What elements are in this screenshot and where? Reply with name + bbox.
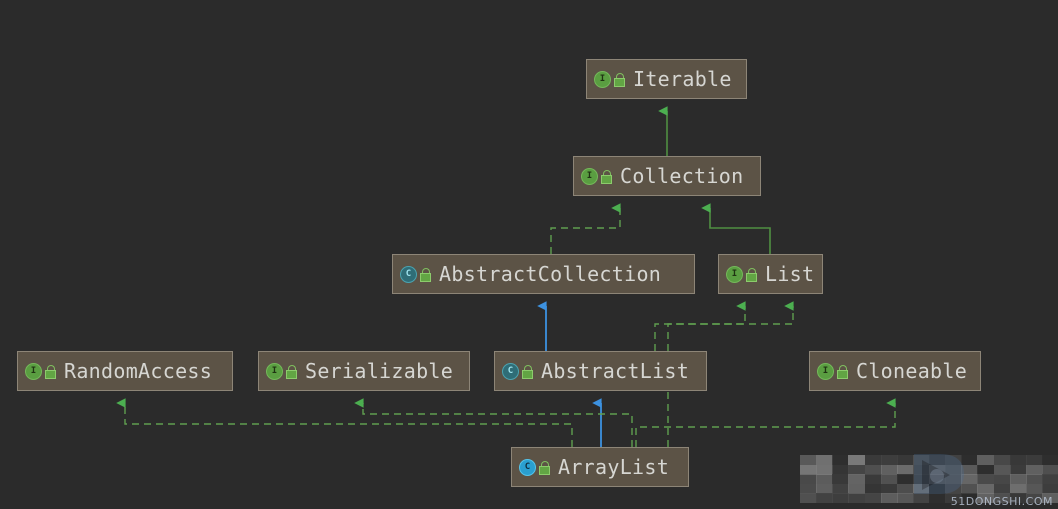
interface-circle-icon: I bbox=[581, 167, 598, 185]
node-iterable[interactable]: I Iterable bbox=[586, 59, 747, 99]
edge-arraylist-to-cloneable bbox=[635, 398, 896, 447]
node-serializable[interactable]: I Serializable bbox=[258, 351, 470, 391]
abstract-class-circle-icon: C bbox=[400, 265, 417, 283]
interface-circle-icon: I bbox=[594, 70, 611, 88]
interface-circle-icon: I bbox=[817, 362, 834, 380]
edge-arraylist-to-randomaccess bbox=[116, 398, 573, 447]
node-label: AbstractCollection bbox=[439, 262, 662, 286]
node-label: ArrayList bbox=[558, 455, 670, 479]
edge-abstractcollection-to-collection bbox=[550, 203, 621, 254]
interface-circle-icon: I bbox=[266, 362, 283, 380]
lock-icon bbox=[601, 170, 612, 184]
node-randomaccess[interactable]: I RandomAccess bbox=[17, 351, 233, 391]
node-icon-group: I bbox=[266, 362, 297, 380]
class-diagram-canvas: I Iterable I Collection C AbstractCollec… bbox=[0, 0, 1058, 509]
abstract-class-circle-icon: C bbox=[502, 362, 519, 380]
node-icon-group: I bbox=[594, 70, 625, 88]
lock-icon bbox=[286, 365, 297, 379]
node-icon-group: I bbox=[726, 265, 757, 283]
node-label: Iterable bbox=[633, 67, 732, 91]
lock-icon bbox=[539, 461, 550, 475]
node-icon-group: I bbox=[25, 362, 56, 380]
interface-circle-icon: I bbox=[726, 265, 743, 283]
node-collection[interactable]: I Collection bbox=[573, 156, 761, 196]
concrete-class-circle-icon: C bbox=[519, 458, 536, 476]
lock-icon bbox=[522, 365, 533, 379]
node-label: List bbox=[765, 262, 815, 286]
node-icon-group: I bbox=[581, 167, 612, 185]
lock-icon bbox=[837, 365, 848, 379]
node-label: Serializable bbox=[305, 359, 454, 383]
lock-icon bbox=[45, 365, 56, 379]
node-list[interactable]: I List bbox=[718, 254, 823, 294]
node-label: Cloneable bbox=[856, 359, 968, 383]
node-arraylist[interactable]: C ArrayList bbox=[511, 447, 689, 487]
node-icon-group: C bbox=[519, 458, 550, 476]
node-cloneable[interactable]: I Cloneable bbox=[809, 351, 981, 391]
node-icon-group: C bbox=[400, 265, 431, 283]
lock-icon bbox=[746, 268, 757, 282]
edge-list-to-collection bbox=[701, 203, 771, 254]
node-icon-group: I bbox=[817, 362, 848, 380]
node-abstractcollection[interactable]: C AbstractCollection bbox=[392, 254, 695, 294]
node-icon-group: C bbox=[502, 362, 533, 380]
edge-arraylist-to-serializable bbox=[354, 398, 633, 447]
lock-icon bbox=[420, 268, 431, 282]
interface-circle-icon: I bbox=[25, 362, 42, 380]
node-abstractlist[interactable]: C AbstractList bbox=[494, 351, 707, 391]
lock-icon bbox=[614, 73, 625, 87]
node-label: AbstractList bbox=[541, 359, 690, 383]
node-label: Collection bbox=[620, 164, 744, 188]
node-label: RandomAccess bbox=[64, 359, 213, 383]
